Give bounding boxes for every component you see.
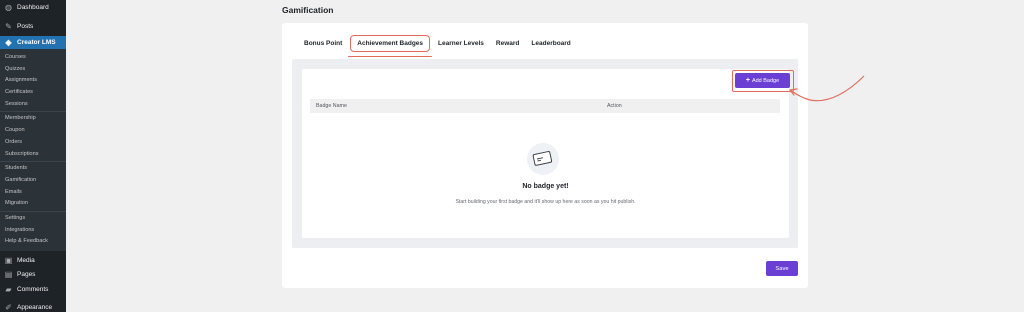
sidebar-item-label: Comments [17,285,49,293]
pages-icon: ▤ [4,270,13,280]
submenu-item-membership[interactable]: Membership [0,113,66,125]
tab-leaderboard[interactable]: Leaderboard [525,35,576,52]
sidebar-item-label: Dashboard [17,4,49,11]
submenu-item-quizzes[interactable]: Quizzes [0,64,66,76]
table-header: Badge Name Action [310,99,780,113]
submenu-divider [0,161,66,163]
submenu-item-subscriptions[interactable]: Subscriptions [0,149,66,161]
submenu-item-courses[interactable]: Courses [0,52,66,64]
submenu-item-integrations[interactable]: Integrations [0,225,66,237]
creator-lms-icon: ◈ [5,38,12,47]
save-button[interactable]: Save [766,261,798,276]
tab-learner-levels[interactable]: Learner Levels [432,35,490,52]
badges-panel: + Add Badge Badge Name Action No badge y… [292,59,798,248]
admin-sidebar: ◍ Dashboard ✎ Posts ◈ Creator LMS Course… [0,0,66,312]
sidebar-item-posts[interactable]: ✎ Posts [0,19,66,34]
sidebar-item-label: Media [17,256,35,264]
empty-state-title: No badge yet! [522,183,569,190]
badges-list: + Add Badge Badge Name Action No badge y… [302,69,794,238]
gamification-card: Bonus Point Achievement Badges Learner L… [282,23,808,288]
sidebar-item-label: Appearance [17,304,53,312]
badge-card-icon [527,143,559,175]
sidebar-item-label: Pages [17,271,36,279]
pin-icon: ✎ [5,22,12,31]
submenu-item-sessions[interactable]: Sessions [0,99,66,111]
tab-bonus-point[interactable]: Bonus Point [298,35,348,52]
tab-bar: Bonus Point Achievement Badges Learner L… [298,35,577,57]
comments-icon: ▰ [5,284,12,294]
submenu-item-certificates[interactable]: Certificates [0,87,66,99]
dashboard-icon: ◍ [5,3,12,12]
page-title: Gamification [282,5,334,15]
sidebar-item-label: Creator LMS [17,39,56,46]
submenu-divider [0,111,66,113]
submenu-item-orders[interactable]: Orders [0,137,66,149]
submenu-item-coupon[interactable]: Coupon [0,125,66,137]
annotation-arrow-icon [789,75,865,102]
sidebar-item-comments[interactable]: ▰ Comments [0,282,66,297]
tab-achievement-badges[interactable]: Achievement Badges [348,35,432,57]
sidebar-item-appearance[interactable]: ✐ Appearance [0,301,66,312]
submenu-item-students[interactable]: Students [0,163,66,175]
sidebar-item-dashboard[interactable]: ◍ Dashboard [0,0,66,15]
column-action: Action [607,103,622,109]
sidebar-item-creator-lms[interactable]: ◈ Creator LMS [0,36,66,49]
plus-icon: + [745,77,750,84]
submenu-item-gamification[interactable]: Gamification [0,175,66,187]
submenu-item-assignments[interactable]: Assignments [0,75,66,87]
submenu-divider [0,210,66,212]
tab-reward[interactable]: Reward [490,35,525,52]
empty-state-description: Start building your first badge and it'l… [455,199,636,205]
sidebar-item-media[interactable]: ▣ Media [0,253,66,268]
appearance-icon: ✐ [5,303,12,312]
submenu-item-help-feedback[interactable]: Help & Feedback [0,236,66,248]
column-badge-name: Badge Name [316,103,347,109]
creator-lms-submenu: Courses Quizzes Assignments Certificates… [0,49,66,251]
submenu-item-migration[interactable]: Migration [0,198,66,210]
sidebar-item-label: Posts [17,23,34,30]
submenu-item-settings[interactable]: Settings [0,213,66,225]
sidebar-item-pages[interactable]: ▤ Pages [0,268,66,283]
media-icon: ▣ [4,255,13,265]
submenu-item-emails[interactable]: Emails [0,187,66,199]
add-badge-label: Add Badge [751,77,780,84]
